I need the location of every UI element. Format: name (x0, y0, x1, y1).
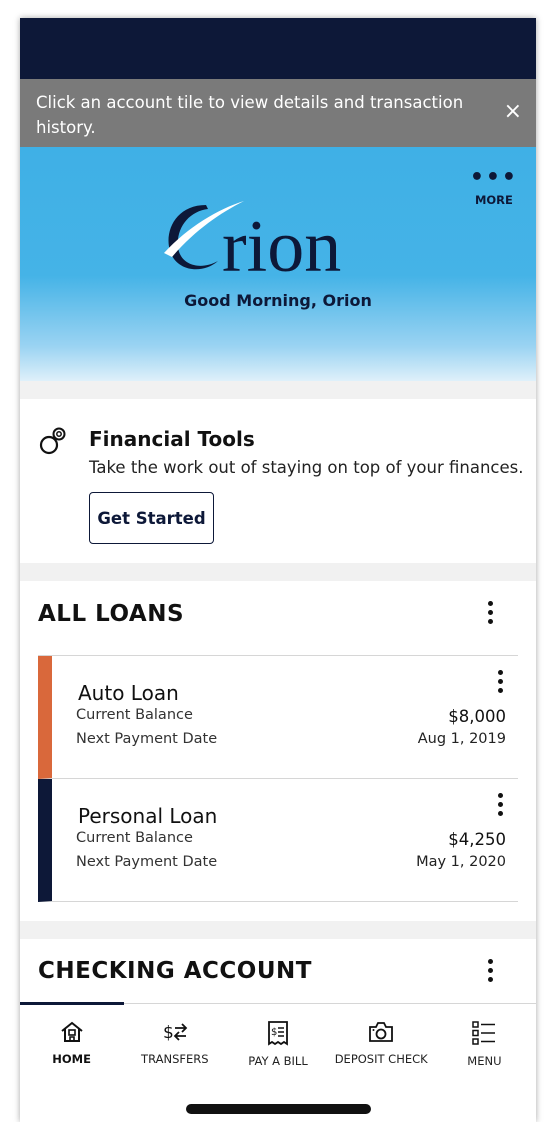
balance-label: Current Balance (76, 830, 193, 846)
info-banner: Click an account tile to view details an… (20, 79, 536, 147)
loan-options-icon[interactable] (490, 670, 510, 693)
svg-text:$: $ (163, 1023, 174, 1043)
section-gap (20, 563, 536, 581)
orion-logo-mark: rion (164, 201, 341, 277)
financial-tools-title: Financial Tools (89, 427, 255, 451)
active-tab-indicator (20, 1002, 124, 1005)
checking-account-title: CHECKING ACCOUNT (38, 958, 312, 984)
loan-options-icon[interactable] (490, 793, 510, 816)
tab-label: DEPOSIT CHECK (334, 1052, 428, 1066)
tab-label: TRANSFERS (141, 1052, 209, 1066)
section-gap (20, 921, 536, 939)
balance-value: $4,250 (448, 830, 506, 849)
hero-header: ••• MORE rion Good Morning, Orion (20, 147, 536, 381)
close-icon[interactable]: × (504, 101, 522, 123)
all-loans-title: ALL LOANS (38, 601, 185, 627)
phone-screen: Click an account tile to view details an… (20, 18, 536, 1122)
tab-label: HOME (52, 1052, 91, 1066)
transfers-icon: $ (163, 1023, 188, 1043)
financial-tools-description: Take the work out of staying on top of y… (89, 458, 524, 477)
payment-label: Next Payment Date (76, 854, 218, 870)
checking-options-icon[interactable] (480, 959, 500, 982)
payment-label: Next Payment Date (76, 731, 218, 747)
orion-logo: rion (20, 191, 536, 277)
tab-label: MENU (467, 1054, 502, 1068)
loan-balance-row: Current Balance $8,000 (76, 707, 506, 726)
banner-message: Click an account tile to view details an… (36, 93, 464, 137)
loan-payment-row: Next Payment Date May 1, 2020 (76, 854, 506, 870)
status-bar (20, 18, 536, 79)
loan-name: Auto Loan (78, 681, 179, 705)
home-indicator[interactable] (186, 1104, 371, 1114)
balance-value: $8,000 (448, 707, 506, 726)
loans-options-icon[interactable] (480, 601, 500, 624)
logo-wordmark: rion (222, 206, 341, 277)
loan-payment-row: Next Payment Date Aug 1, 2019 (76, 731, 506, 747)
all-loans-card: ALL LOANS Auto Loan Current Balance $8,0… (20, 581, 536, 921)
greeting-text: Good Morning, Orion (184, 291, 372, 310)
loan-balance-row: Current Balance $4,250 (76, 830, 506, 849)
more-dots-icon: ••• (469, 165, 518, 190)
get-started-button[interactable]: Get Started (89, 492, 214, 544)
bill-icon: $ (268, 1021, 288, 1046)
balance-label: Current Balance (76, 707, 193, 723)
financial-tools-card[interactable]: Financial Tools Take the work out of sta… (20, 399, 536, 563)
loan-name: Personal Loan (78, 804, 218, 828)
tab-pay-a-bill[interactable]: $ PAY A BILL (226, 1004, 329, 1094)
payment-date: Aug 1, 2019 (417, 731, 506, 747)
tab-deposit-check[interactable]: DEPOSIT CHECK (330, 1004, 433, 1094)
menu-list-icon (472, 1021, 496, 1045)
tab-menu[interactable]: MENU (433, 1004, 536, 1094)
loan-tile-auto[interactable]: Auto Loan Current Balance $8,000 Next Pa… (38, 656, 518, 779)
bottom-tab-bar: HOME $ TRANSFERS $ PAY A BILL DEPOSIT CH… (20, 1002, 536, 1122)
svg-text:$: $ (271, 1027, 277, 1038)
tab-label: PAY A BILL (248, 1054, 308, 1068)
payment-date: May 1, 2020 (416, 854, 506, 870)
tab-transfers[interactable]: $ TRANSFERS (123, 1004, 226, 1094)
loan-list: Auto Loan Current Balance $8,000 Next Pa… (38, 655, 518, 902)
section-gap (20, 381, 536, 399)
camera-icon (369, 1022, 394, 1042)
home-icon (60, 1021, 83, 1042)
coins-icon (39, 427, 66, 455)
loan-tile-personal[interactable]: Personal Loan Current Balance $4,250 Nex… (38, 779, 518, 902)
tab-home[interactable]: HOME (20, 1004, 123, 1094)
